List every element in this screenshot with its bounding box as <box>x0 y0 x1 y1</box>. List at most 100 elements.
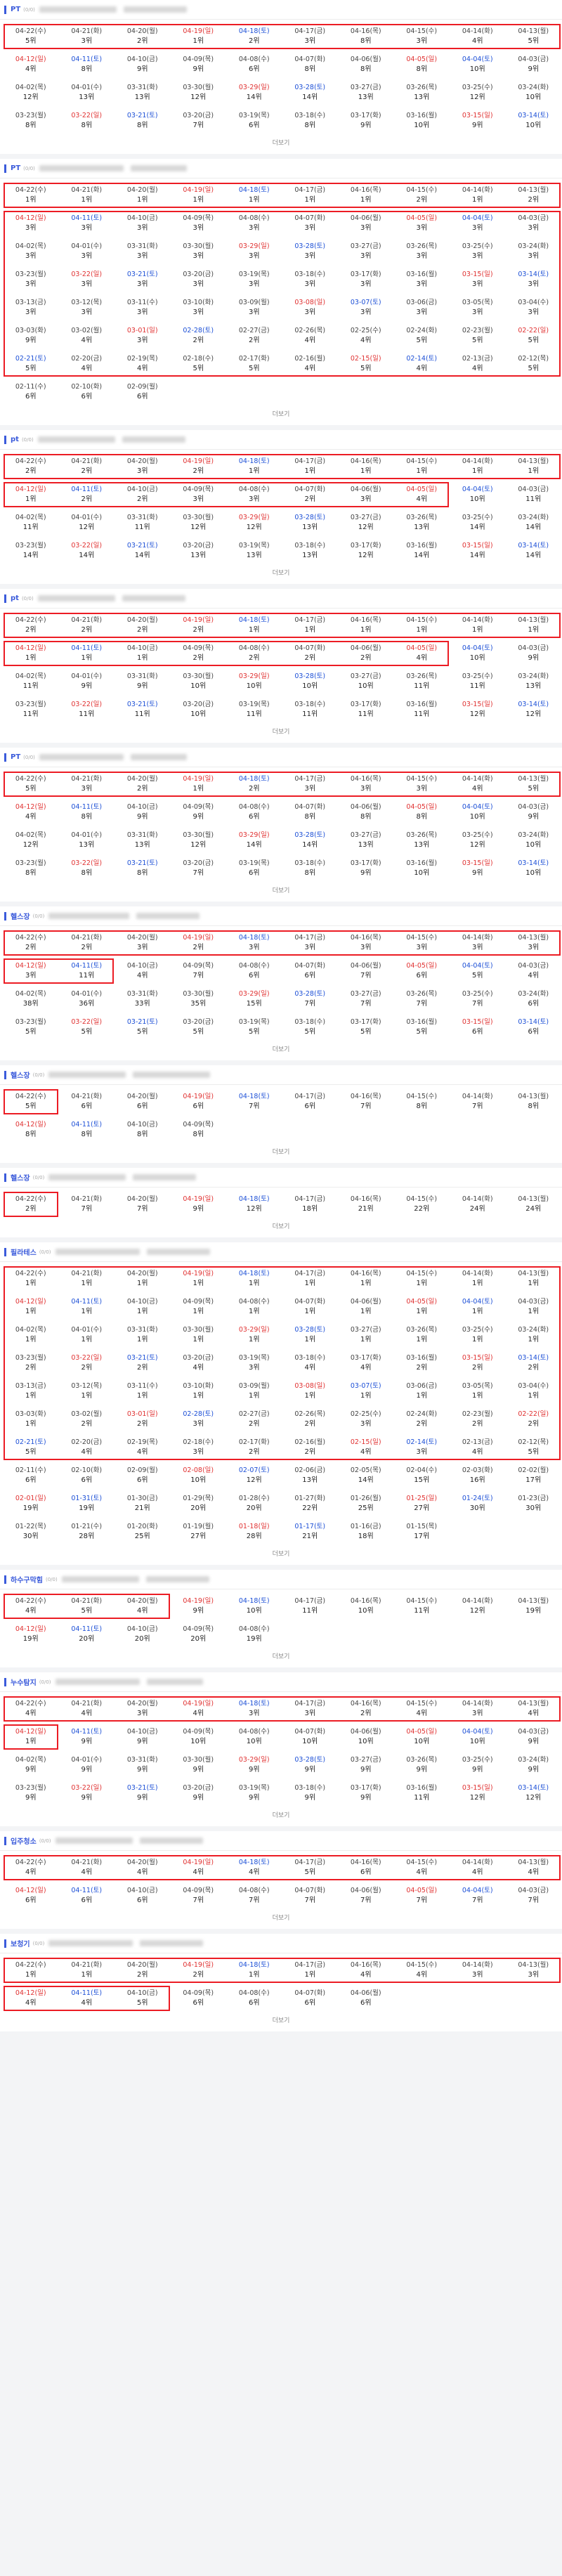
rank-date: 04-08(수) <box>238 803 270 811</box>
rank-date: 04-01(수) <box>71 1756 103 1764</box>
rank-date: 04-06(월) <box>350 214 381 222</box>
rank-cell: 04-14(화) 7위 <box>450 1088 506 1116</box>
rank-value: 3위 <box>136 280 148 288</box>
rank-value: 1위 <box>248 196 260 204</box>
rank-value: 17위 <box>414 1533 430 1540</box>
rank-value: 3위 <box>136 224 148 232</box>
rank-value: 1위 <box>248 626 260 634</box>
more-button[interactable]: 더보기 <box>260 1913 302 1925</box>
rank-date: 04-09(목) <box>183 214 214 222</box>
rank-value: 1위 <box>25 196 37 204</box>
rank-cell: 04-06(월) 8위 <box>338 51 394 79</box>
rank-date: 03-15(일) <box>462 271 493 278</box>
rank-date: 03-28(토) <box>294 672 326 680</box>
rank-value: 6위 <box>471 1028 483 1036</box>
rank-value: 1위 <box>528 1308 540 1315</box>
rank-date: 03-19(목) <box>238 271 270 278</box>
rank-value: 4위 <box>304 337 316 344</box>
keyword-title[interactable]: 헬스장 <box>11 1069 30 1080</box>
rank-value: 12위 <box>358 552 374 559</box>
rank-cell: 03-25(수) 1위 <box>450 1321 506 1349</box>
rank-date: 04-14(화) <box>462 1700 493 1707</box>
rank-value: 4위 <box>416 1868 428 1876</box>
rank-value: 1위 <box>528 626 540 634</box>
keyword-title[interactable]: 누수탐지 <box>11 1677 37 1687</box>
rank-value: 14위 <box>134 552 150 559</box>
rank-date: 03-28(토) <box>294 514 326 521</box>
rank-row: 04-22(수) 1위 04-21(화) 1위 04-20(월) 1위 04-19(일) 1위… <box>0 1265 562 1293</box>
rank-date: 04-13(월) <box>518 457 549 465</box>
rank-date: 04-08(수) <box>238 1887 270 1894</box>
more-button[interactable]: 더보기 <box>260 409 302 421</box>
keyword-title[interactable]: pt <box>11 594 19 602</box>
rank-cell: 04-21(화) 5위 <box>59 1592 115 1620</box>
rank-date: 03-24(화) <box>518 1326 549 1334</box>
more-button[interactable]: 더보기 <box>260 1221 302 1233</box>
rank-cell: 04-09(목) 10위 <box>171 1723 227 1751</box>
rank-date: 04-08(수) <box>238 1728 270 1736</box>
rank-value: 12위 <box>79 523 95 531</box>
keyword-title[interactable]: 하수구막힘 <box>11 1574 43 1585</box>
rank-cell: 04-04(토) 10위 <box>450 1723 506 1751</box>
rank-value: 18위 <box>358 1533 374 1540</box>
rank-date: 04-06(월) <box>350 1989 381 1997</box>
rank-date: 03-19(목) <box>238 1354 270 1362</box>
rank-cell: 03-17(화) 9위 <box>338 107 394 135</box>
accent-bar <box>4 753 6 762</box>
keyword-title[interactable]: 보청기 <box>11 1938 30 1949</box>
rank-date: 03-29(일) <box>238 242 270 250</box>
rank-date: 03-24(화) <box>518 84 549 91</box>
rank-cell: 03-20(금) 9위 <box>171 1779 227 1807</box>
keyword-title[interactable]: PT <box>11 753 20 761</box>
rank-row: 04-12(일) 4위 04-11(토) 8위 04-10(금) 9위 04-09(목) 9위… <box>0 798 562 826</box>
keyword-title[interactable]: 헬스장 <box>11 1172 30 1183</box>
keyword-title[interactable]: 필라테스 <box>11 1247 37 1257</box>
more-button[interactable]: 더보기 <box>260 1810 302 1822</box>
rank-cell: 04-16(목) 21위 <box>338 1190 394 1218</box>
rank-value: 4위 <box>81 337 93 344</box>
redacted-url <box>37 595 115 601</box>
rank-date: 02-22(일) <box>518 1410 549 1418</box>
more-button[interactable]: 더보기 <box>260 2015 302 2027</box>
more-button[interactable]: 더보기 <box>260 138 302 150</box>
rank-cell: 03-26(목) 11위 <box>394 668 450 696</box>
more-button[interactable]: 더보기 <box>260 1549 302 1561</box>
rank-date: 03-09(월) <box>238 1382 270 1390</box>
rank-grid: 04-22(수) 2위 04-21(화) 2위 04-20(월) 3위 04-19(일) 2위… <box>0 926 562 1041</box>
more-button[interactable]: 더보기 <box>260 568 302 580</box>
rank-date: 04-13(월) <box>518 1270 549 1277</box>
keyword-title[interactable]: PT <box>11 6 20 13</box>
keyword-title[interactable]: 입주청소 <box>11 1835 37 1846</box>
rank-cell: 04-01(수) 9위 <box>59 1751 115 1779</box>
rank-cell: 04-15(수) 4위 <box>394 1956 450 1984</box>
rank-value: 8위 <box>81 813 93 821</box>
rank-value: 3위 <box>81 252 93 260</box>
rank-cell: 03-06(금) 3위 <box>394 294 450 322</box>
more-button[interactable]: 더보기 <box>260 1044 302 1056</box>
rank-row: 03-23(월) 9위 03-22(일) 9위 03-21(토) 9위 03-20(금) 9위… <box>0 1779 562 1807</box>
rank-value: 10위 <box>525 841 542 849</box>
rank-value: 11위 <box>414 1794 430 1802</box>
keyword-title[interactable]: PT <box>11 164 20 172</box>
rank-cell: 03-26(목) 13위 <box>394 509 450 537</box>
rank-date: 04-22(수) <box>15 934 46 942</box>
more-button[interactable]: 더보기 <box>260 885 302 897</box>
rank-date: 04-04(토) <box>462 214 493 222</box>
rank-value: 3위 <box>416 252 428 260</box>
keyword-title[interactable]: pt <box>11 436 19 443</box>
more-button[interactable]: 더보기 <box>260 1147 302 1159</box>
rank-value: 1위 <box>25 1420 37 1428</box>
more-button[interactable]: 더보기 <box>260 727 302 739</box>
rank-value: 2위 <box>81 495 93 503</box>
rank-cell: 03-27(금) 3위 <box>338 238 394 266</box>
keyword-title[interactable]: 헬스장 <box>11 911 30 921</box>
rank-cell: 01-31(토) 19위 <box>59 1490 115 1518</box>
rank-date: 04-22(수) <box>15 1700 46 1707</box>
rank-date: 02-09(월) <box>126 383 158 391</box>
rank-cell: 02-06(금) 13위 <box>282 1462 339 1490</box>
rank-grid: 04-22(수) 4위 04-21(화) 4위 04-20(월) 4위 04-19(일) 4위… <box>0 1851 562 1910</box>
rank-value: 16위 <box>469 1476 485 1484</box>
more-button[interactable]: 더보기 <box>260 1651 302 1663</box>
keyword-count: (0/0) <box>21 595 34 601</box>
rank-cell: 04-14(화) 1위 <box>450 1265 506 1293</box>
